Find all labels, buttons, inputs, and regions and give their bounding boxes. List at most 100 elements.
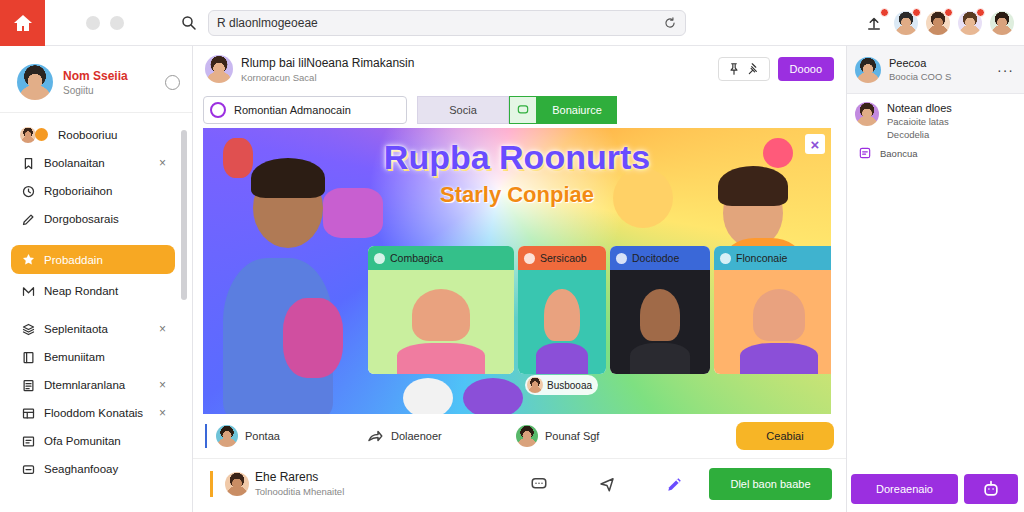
user-avatar[interactable] bbox=[894, 11, 918, 35]
post-row: Ehe RarensTolnooditia MhenaitelDlel baon… bbox=[193, 458, 846, 508]
item-label[interactable]: Roobooriuu bbox=[58, 129, 166, 141]
character-figure bbox=[283, 298, 343, 378]
media-card[interactable]: Combagica bbox=[368, 246, 514, 374]
sidebar-item[interactable]: Flooddom Konatais × bbox=[0, 399, 176, 427]
header-title: Rlump bai lilNoeana Rimakansin bbox=[241, 56, 414, 70]
address-field[interactable]: R dlaonlmogeoeae bbox=[208, 10, 686, 36]
item-label[interactable]: Seplenitaota bbox=[44, 323, 151, 335]
scrollbar[interactable] bbox=[181, 130, 187, 300]
action-item[interactable]: Pontaa bbox=[216, 425, 366, 447]
toolbar-field-text[interactable]: Romontian Admanocain bbox=[234, 104, 351, 116]
sidebar-item[interactable]: Boolanaitan × bbox=[0, 149, 176, 177]
sidebar-item[interactable]: Neap Rondant bbox=[0, 277, 176, 305]
card-dot bbox=[524, 253, 535, 264]
toolbar-button[interactable]: Bonaiurce bbox=[537, 96, 617, 124]
picture-figure bbox=[753, 289, 805, 341]
action-row: Pontaa Dolaenoer Pounaf Sgf Ceabiai bbox=[193, 414, 846, 458]
window-dot[interactable] bbox=[110, 16, 124, 30]
chat-icon bbox=[516, 103, 530, 117]
link-text[interactable]: Baoncua bbox=[880, 148, 918, 159]
cta-button[interactable]: Ceabiai bbox=[736, 422, 834, 450]
item-label[interactable]: Dtemnlaranlana bbox=[44, 379, 151, 391]
share-button[interactable] bbox=[573, 475, 641, 493]
window-dot[interactable] bbox=[86, 16, 100, 30]
sidebar-item[interactable]: Seplenitaota × bbox=[0, 315, 176, 343]
address-text[interactable]: R dlaonlmogeoeae bbox=[217, 16, 663, 30]
item-label[interactable]: Neap Rondant bbox=[44, 285, 166, 297]
action-label[interactable]: Pounaf Sgf bbox=[545, 430, 599, 442]
edit-button[interactable] bbox=[641, 474, 709, 494]
pin-icon[interactable] bbox=[727, 62, 741, 76]
item-label[interactable]: Boolanaitan bbox=[44, 157, 151, 169]
user-avatar[interactable] bbox=[958, 11, 982, 35]
avatar bbox=[527, 377, 543, 393]
media-card[interactable]: Flonconaie bbox=[714, 246, 831, 374]
item-label[interactable]: Dorgobosarais bbox=[44, 213, 166, 225]
close-button[interactable]: × bbox=[159, 378, 166, 392]
toolbar-icon-button[interactable] bbox=[509, 96, 537, 124]
character-figure bbox=[718, 166, 788, 206]
close-button[interactable]: × bbox=[159, 156, 166, 170]
character-figure bbox=[251, 158, 325, 198]
hero-banner[interactable]: Rupba RoonurtsStarly Conpiae×CombagicaSe… bbox=[203, 128, 831, 414]
pin-icon[interactable] bbox=[747, 62, 761, 76]
notification-item[interactable]: Notean dloesPacaioite latasDecodelia bbox=[847, 94, 1024, 144]
sidebar-item[interactable]: Dorgobosarais bbox=[0, 205, 176, 233]
close-button[interactable]: × bbox=[159, 406, 166, 420]
action-label[interactable]: Pontaa bbox=[245, 430, 280, 442]
card-picture bbox=[518, 270, 606, 374]
home-button[interactable] bbox=[0, 0, 45, 46]
user-avatar[interactable] bbox=[990, 11, 1014, 35]
more-button[interactable]: ··· bbox=[997, 62, 1014, 78]
profile-avatar bbox=[17, 64, 53, 100]
caption-text: Busbooaa bbox=[547, 380, 592, 391]
item-label[interactable]: Flooddom Konatais bbox=[44, 407, 151, 419]
picture-figure bbox=[740, 343, 818, 374]
sidebar-item[interactable]: Bemuniitam bbox=[0, 343, 176, 371]
media-card[interactable]: Sersicaob bbox=[518, 246, 606, 374]
action-item[interactable]: Pounaf Sgf bbox=[516, 425, 666, 447]
banner-title: Rupba Roonurts bbox=[203, 138, 831, 177]
comment-button[interactable] bbox=[505, 475, 573, 493]
toolbar: Romontian Admanocain Socia Bonaiurce bbox=[193, 92, 846, 128]
card-header: Docitodoe bbox=[610, 246, 710, 270]
search-icon[interactable] bbox=[180, 14, 198, 32]
item-label[interactable]: Seaghanfooay bbox=[44, 463, 166, 475]
refresh-icon[interactable] bbox=[663, 16, 677, 30]
item-label[interactable]: Probaddain bbox=[44, 254, 165, 266]
post-button[interactable]: Dlel baon baabe bbox=[709, 468, 832, 500]
media-card[interactable]: Docitodoe bbox=[610, 246, 710, 374]
header-action-button[interactable]: Doooo bbox=[778, 57, 834, 81]
panel-button[interactable]: Doreaenaio bbox=[851, 474, 958, 504]
status-ring[interactable] bbox=[165, 75, 180, 90]
item-link[interactable]: Baoncua bbox=[847, 144, 1024, 160]
accent-line bbox=[205, 424, 207, 448]
banner-close-button[interactable]: × bbox=[805, 134, 825, 154]
item-icon-wrap bbox=[20, 349, 36, 365]
assistant-button[interactable] bbox=[964, 474, 1018, 504]
profile[interactable]: Nom SseiiaSogiitu bbox=[0, 46, 192, 113]
character-figure bbox=[613, 168, 673, 228]
close-button[interactable]: × bbox=[159, 322, 166, 336]
close-glyph: × bbox=[811, 137, 820, 152]
user-avatar[interactable] bbox=[926, 11, 950, 35]
item-label[interactable]: Bemuniitam bbox=[44, 351, 166, 363]
item-label[interactable]: Ofa Pomunitan bbox=[44, 435, 166, 447]
sidebar-item[interactable]: Rgoboriaihon bbox=[0, 177, 176, 205]
picture-figure bbox=[630, 343, 690, 374]
sidebar-item[interactable]: Ofa Pomunitan bbox=[0, 427, 176, 455]
picture-figure bbox=[536, 343, 589, 374]
action-item[interactable]: Dolaenoer bbox=[366, 427, 516, 445]
toolbar-field[interactable]: Romontian Admanocain bbox=[203, 96, 407, 124]
sidebar-item[interactable]: Seaghanfooay bbox=[0, 455, 176, 483]
sidebar-item[interactable]: Roobooriuu bbox=[0, 121, 176, 149]
pen-icon bbox=[665, 474, 685, 494]
panel-name: Peecoa bbox=[889, 57, 951, 69]
item-icon-wrap bbox=[20, 155, 36, 171]
notification-button[interactable] bbox=[862, 11, 886, 35]
sidebar-item[interactable]: Probaddain bbox=[11, 245, 175, 274]
item-label[interactable]: Rgoboriaihon bbox=[44, 185, 166, 197]
sidebar-item[interactable]: Dtemnlaranlana × bbox=[0, 371, 176, 399]
toolbar-tab[interactable]: Socia bbox=[417, 96, 509, 124]
action-label[interactable]: Dolaenoer bbox=[391, 430, 442, 442]
